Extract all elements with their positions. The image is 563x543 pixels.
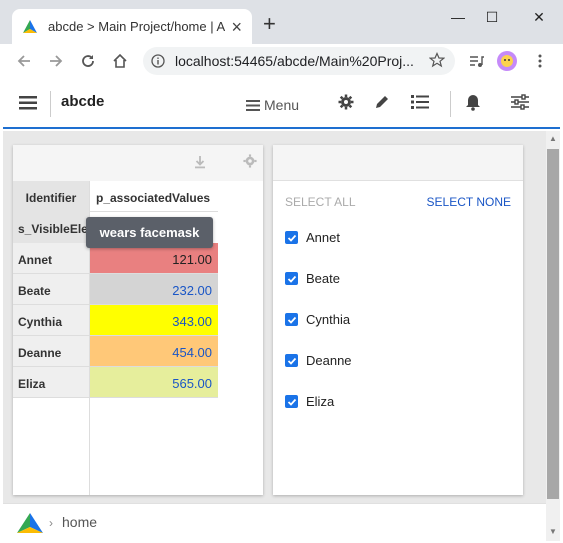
breadcrumb[interactable]: home <box>62 514 97 530</box>
row-value: 454.00 <box>90 336 218 367</box>
checkbox-checked-icon[interactable] <box>285 272 298 285</box>
browser-tab[interactable]: abcde > Main Project/home | AIM × <box>12 9 252 44</box>
grid-toolbar <box>13 145 263 181</box>
back-icon[interactable] <box>14 51 34 71</box>
menu-button[interactable]: Menu <box>246 97 299 113</box>
browser-chrome: abcde > Main Project/home | AIM × + — ☐ … <box>0 0 563 78</box>
scroll-up-icon[interactable]: ▲ <box>548 134 558 144</box>
grid-settings-icon[interactable] <box>243 154 257 168</box>
row-value: 232.00 <box>90 274 218 305</box>
address-bar-row: localhost:54465/abcde/Main%20Proj... <box>0 44 563 78</box>
url-text: localhost:54465/abcde/Main%20Proj... <box>175 53 414 69</box>
tab-close-icon[interactable]: × <box>231 18 242 36</box>
row-identifier: Cynthia <box>13 305 90 336</box>
filter-item-beate[interactable]: Beate <box>285 271 340 286</box>
table-row[interactable]: Eliza 565.00 <box>13 367 218 398</box>
home-icon[interactable] <box>110 51 130 71</box>
list-view-icon[interactable] <box>410 92 430 112</box>
table-row[interactable]: Cynthia 343.00 <box>13 305 218 336</box>
row-identifier: Beate <box>13 274 90 305</box>
checkbox-checked-icon[interactable] <box>285 313 298 326</box>
filter-toolbar <box>273 145 523 181</box>
profile-avatar[interactable] <box>497 51 517 71</box>
browser-menu-icon[interactable] <box>530 51 550 71</box>
filter-item-deanne[interactable]: Deanne <box>285 353 352 368</box>
info-icon[interactable] <box>151 54 165 68</box>
checkbox-checked-icon[interactable] <box>285 231 298 244</box>
scroll-thumb[interactable] <box>547 149 559 499</box>
media-queue-icon[interactable] <box>466 51 486 71</box>
notifications-bell-icon[interactable] <box>463 92 483 112</box>
checkbox-checked-icon[interactable] <box>285 395 298 408</box>
header-separator <box>450 91 451 117</box>
maximize-button[interactable]: ☐ <box>477 6 507 28</box>
row-value: 343.00 <box>90 305 218 336</box>
tab-title: abcde > Main Project/home | AIM <box>48 19 226 34</box>
scroll-down-icon[interactable]: ▼ <box>548 527 558 537</box>
breadcrumb-chevron-icon: › <box>49 516 53 530</box>
header-divider <box>50 91 51 117</box>
identifier-column-empty <box>13 398 90 495</box>
footer-logo-icon[interactable] <box>17 513 43 533</box>
filter-item-label: Eliza <box>306 394 335 409</box>
select-all-button[interactable]: SELECT ALL <box>285 195 356 209</box>
filter-item-cynthia[interactable]: Cynthia <box>285 312 350 327</box>
address-bar[interactable]: localhost:54465/abcde/Main%20Proj... <box>143 47 455 75</box>
row-value: 565.00 <box>90 367 218 398</box>
close-window-button[interactable]: ✕ <box>524 6 554 28</box>
column-header-identifier[interactable]: Identifier <box>13 181 90 212</box>
column-header-value[interactable]: p_associatedValues <box>90 181 218 212</box>
checkbox-checked-icon[interactable] <box>285 354 298 367</box>
vertical-scrollbar[interactable]: ▲ ▼ <box>546 131 560 541</box>
download-icon[interactable] <box>193 155 207 169</box>
settings-gear-icon[interactable] <box>336 92 356 112</box>
menu-lines-icon <box>246 99 260 111</box>
bookmark-star-icon[interactable] <box>429 52 445 68</box>
footer-bar: › home <box>3 503 546 541</box>
new-tab-button[interactable]: + <box>263 13 276 35</box>
app-window: abcde Menu Identifier p_associatedValues… <box>3 79 560 541</box>
filter-item-annet[interactable]: Annet <box>285 230 340 245</box>
table-row[interactable]: Beate 232.00 <box>13 274 218 305</box>
row-header-visible-elements[interactable]: s_VisibleElements <box>13 212 90 243</box>
reload-icon[interactable] <box>78 51 98 71</box>
menu-label: Menu <box>264 97 300 113</box>
table-row[interactable]: Deanne 454.00 <box>13 336 218 367</box>
minimize-button[interactable]: — <box>443 6 473 28</box>
app-header: abcde Menu <box>3 79 560 129</box>
filter-item-label: Annet <box>306 230 340 245</box>
row-identifier: Eliza <box>13 367 90 398</box>
hamburger-menu-icon[interactable] <box>19 96 37 110</box>
filter-sliders-icon[interactable] <box>510 92 530 112</box>
row-identifier: Deanne <box>13 336 90 367</box>
app-logo-icon <box>23 19 37 33</box>
filter-item-label: Beate <box>306 271 340 286</box>
edit-pencil-icon[interactable] <box>372 92 392 112</box>
data-grid-panel: Identifier p_associatedValues s_VisibleE… <box>13 145 263 495</box>
tooltip: wears facemask <box>86 217 213 248</box>
forward-icon[interactable] <box>46 51 66 71</box>
select-none-button[interactable]: SELECT NONE <box>427 195 511 209</box>
filter-panel: SELECT ALL SELECT NONE Annet Beate Cynth… <box>273 145 523 495</box>
filter-item-label: Deanne <box>306 353 352 368</box>
filter-item-label: Cynthia <box>306 312 351 327</box>
row-identifier: Annet <box>13 243 90 274</box>
app-title: abcde <box>61 93 105 110</box>
main-content: Identifier p_associatedValues s_VisibleE… <box>3 131 546 503</box>
filter-item-eliza[interactable]: Eliza <box>285 394 334 409</box>
